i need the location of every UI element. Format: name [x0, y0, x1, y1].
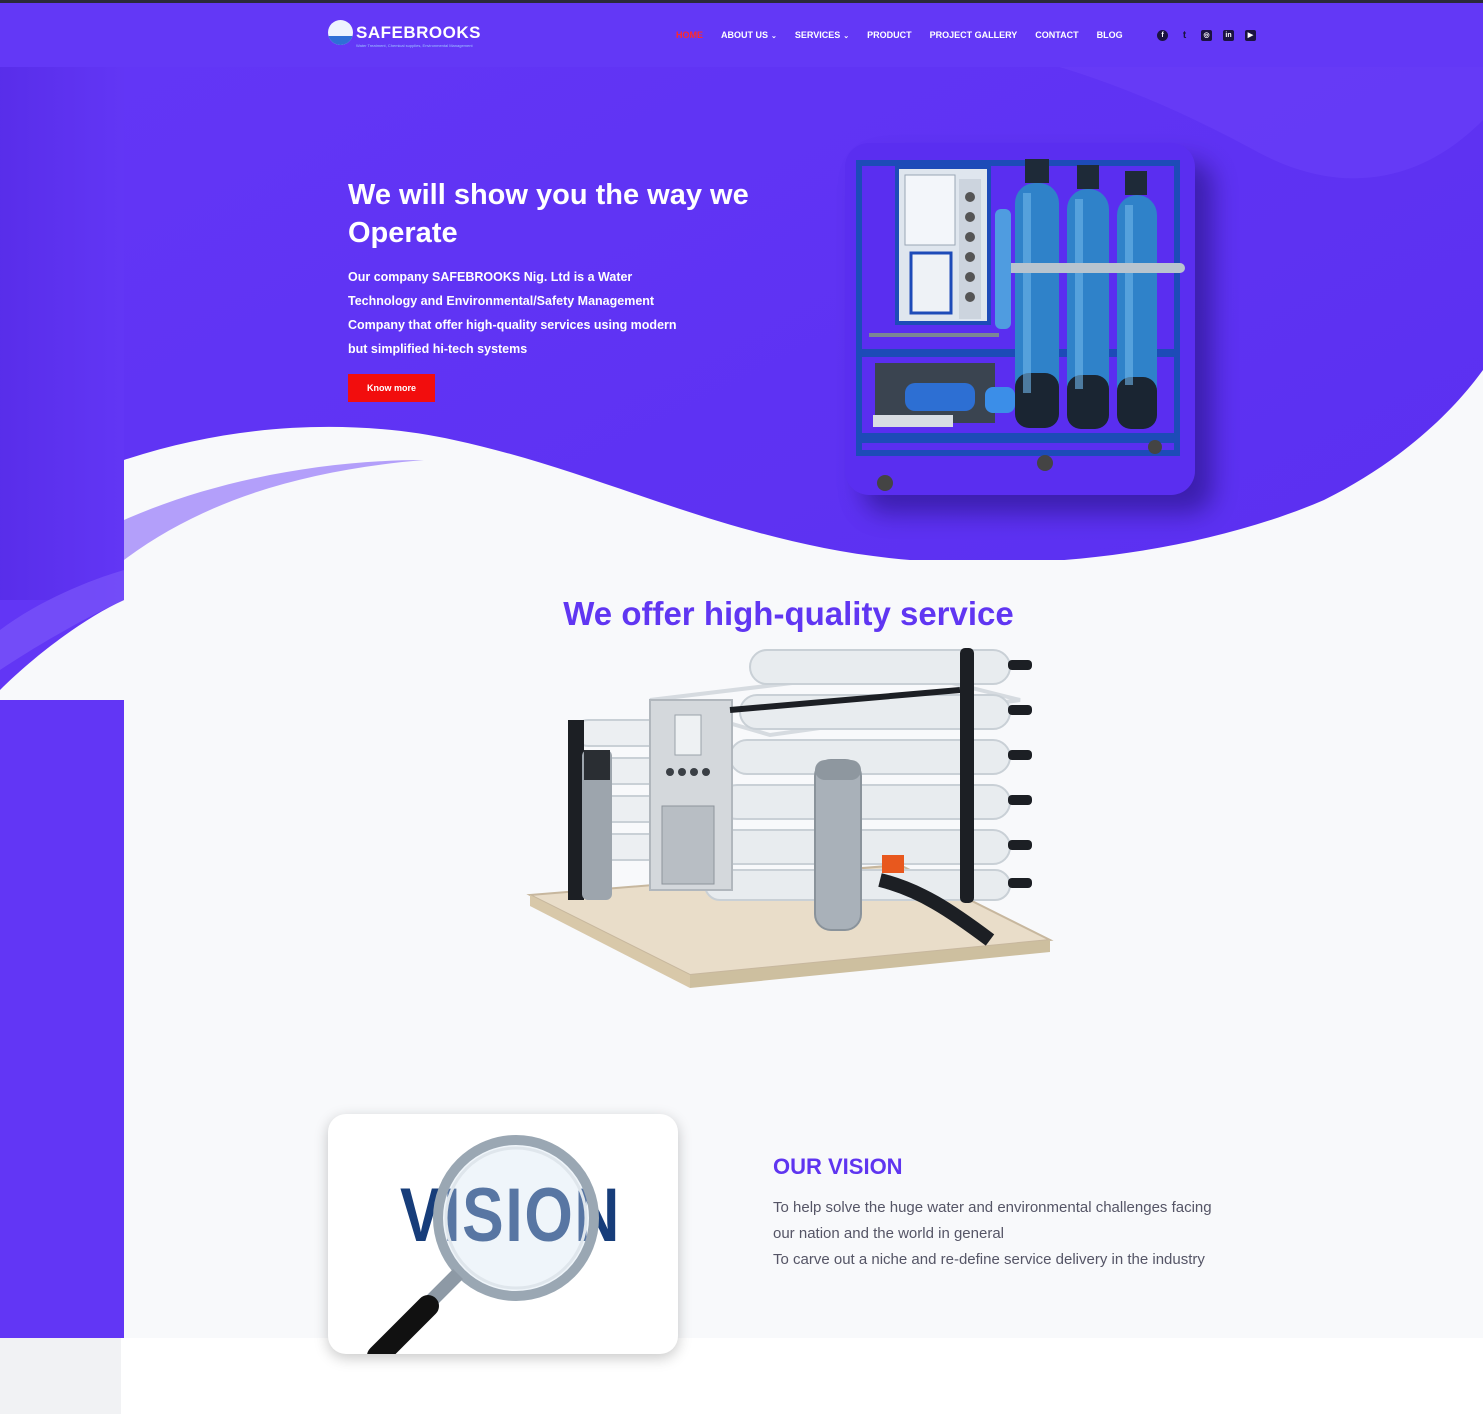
facebook-icon[interactable]: f: [1157, 30, 1168, 41]
footer-blank-area: [121, 1338, 1483, 1414]
nav-home[interactable]: HOME: [676, 30, 703, 40]
hero-product-image: [845, 143, 1195, 495]
nav-gallery-label: PROJECT GALLERY: [929, 30, 1018, 40]
nav-about-us[interactable]: ABOUT US ⌄: [721, 30, 777, 40]
nav-about-label: ABOUT US: [721, 30, 768, 40]
vision-text: To help solve the huge water and environ…: [773, 1195, 1213, 1273]
main-menu: HOME ABOUT US ⌄ SERVICES ⌄ PRODUCT PROJECT…: [676, 30, 1123, 40]
chevron-down-icon: ⌄: [771, 33, 777, 40]
vision-line-1: To help solve the huge water and environ…: [773, 1199, 1212, 1242]
nav-blog[interactable]: BLOG: [1097, 30, 1123, 40]
nav-project-gallery[interactable]: PROJECT GALLERY: [930, 30, 1018, 40]
nav-services-label: SERVICES: [794, 30, 841, 40]
nav-contact[interactable]: CONTACT: [1035, 30, 1078, 40]
vision-line-2: To carve out a niche and re-define servi…: [773, 1251, 1205, 1268]
vision-heading: OUR VISION: [773, 1154, 903, 1179]
nav-contact-label: CONTACT: [1035, 30, 1079, 40]
social-links: f t ◎ in ▶: [1157, 30, 1256, 41]
know-more-button[interactable]: Know more: [348, 374, 435, 402]
nav-services[interactable]: SERVICES ⌄: [795, 30, 849, 40]
nav-blog-label: BLOG: [1096, 30, 1123, 40]
services-heading: We offer high-quality service: [563, 595, 1014, 632]
logo-globe-icon: [328, 20, 353, 45]
youtube-icon[interactable]: ▶: [1245, 30, 1256, 41]
ro-plant-illustration: [526, 648, 1054, 988]
brand-logo[interactable]: SAFEBROOKS: [328, 20, 481, 45]
nav-home-label: HOME: [676, 30, 703, 40]
hero-description: Our company SAFEBROOKS Nig. Ltd is a Wat…: [348, 270, 677, 356]
brand-name: SAFEBROOKS: [356, 23, 481, 42]
hero-title: We will show you the way we Operate: [348, 179, 749, 249]
brand-tagline: Water Treatment, Chemical supplies, Envi…: [356, 43, 473, 48]
top-navbar: SAFEBROOKS Water Treatment, Chemical sup…: [0, 3, 1483, 67]
footer-left-blank: [0, 1338, 121, 1414]
page: SAFEBROOKS Water Treatment, Chemical sup…: [0, 0, 1483, 1414]
chevron-down-icon: ⌄: [843, 33, 850, 40]
nav-product[interactable]: PRODUCT: [867, 30, 912, 40]
twitter-icon[interactable]: t: [1179, 30, 1190, 41]
nav-product-label: PRODUCT: [867, 30, 912, 40]
instagram-icon[interactable]: ◎: [1201, 30, 1212, 41]
water-treatment-plant-illustration: [856, 159, 1185, 491]
linkedin-icon[interactable]: in: [1223, 30, 1234, 41]
reverse-osmosis-plant-image: [520, 640, 1060, 1020]
vision-image: VISION: [328, 1114, 678, 1354]
left-strip-shade: [0, 0, 124, 600]
magnifying-glass-icon: [367, 1135, 599, 1354]
